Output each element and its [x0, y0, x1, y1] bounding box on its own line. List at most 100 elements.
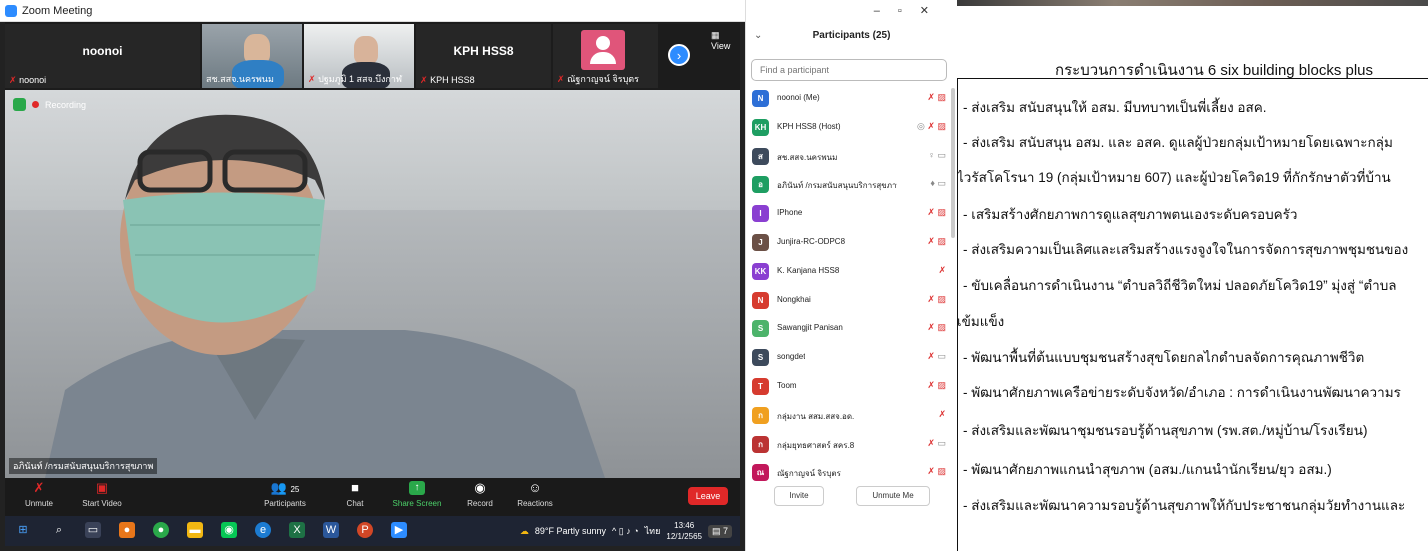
active-speaker-name: อภินันท์ /กรมสนับสนุนบริการสุขภาพ — [9, 458, 158, 474]
participant-status-icons: ✗ ▨ — [927, 236, 946, 247]
participant-status-icons: ✗ — [938, 265, 946, 276]
participant-row[interactable]: ก กลุ่มยุทธศาสตร์ สคร.8 ✗ ▭ — [746, 430, 952, 459]
participant-row[interactable]: ก กลุ่มงาน สสม.สสจ.อด. ✗ — [746, 401, 952, 430]
avatar: ก — [752, 435, 769, 453]
participant-row[interactable]: ส สช.สสจ.นครพนม ♀ ▭ — [746, 142, 952, 171]
file-explorer-icon[interactable]: ▬ — [187, 522, 203, 538]
leave-button[interactable]: Leave — [688, 487, 728, 505]
participant-row[interactable]: Ssongdet ✗ ▭ — [746, 343, 952, 372]
powerpoint-icon[interactable]: P — [357, 522, 373, 538]
mic-muted-icon: ✗ — [33, 480, 45, 495]
unmute-button[interactable]: ✗ Unmute — [19, 480, 59, 509]
search-icon[interactable]: ⌕ — [51, 522, 67, 538]
reactions-button[interactable]: ☺ Reactions — [513, 481, 557, 509]
mic-muted-icon: ✗ — [938, 264, 946, 275]
mic-muted-icon: ✗ — [557, 74, 565, 84]
video-icon: ▭ — [937, 149, 946, 160]
participant-row[interactable]: I IPhone ✗ ▨ — [746, 199, 952, 228]
weather-icon: ☁ — [519, 525, 529, 536]
scrollbar[interactable] — [951, 88, 955, 238]
avatar: KK — [752, 262, 769, 280]
participant-row[interactable]: Nnoonoi (Me) ✗ ▨ — [746, 84, 952, 113]
record-button[interactable]: ◉ Record — [463, 481, 497, 509]
gallery-tile-avatar[interactable]: ✗ ณัฐกาญจน์ จิรบุตร — [553, 24, 658, 88]
unmute-me-button[interactable]: Unmute Me — [856, 486, 930, 506]
word-icon[interactable]: W — [323, 522, 339, 538]
start-menu-icon[interactable]: ⊞ — [15, 522, 31, 538]
participant-row[interactable]: KH KPH HSS8 (Host) ◎ ✗ ▨ — [746, 113, 952, 142]
video-icon: ▭ — [937, 351, 946, 362]
mic-muted-icon: ✗ — [927, 351, 935, 362]
avatar — [581, 30, 625, 70]
slide-line: - ส่งเสริมความเป็นเลิศและเสริมสร้างแรงจู… — [963, 242, 1409, 257]
participant-row[interactable]: N Nongkhai ✗ ▨ — [746, 286, 952, 315]
weather-text[interactable]: 89°F Partly sunny — [535, 526, 606, 536]
gallery-tile-video-2[interactable]: ✗ ปฐมภูมิ 1 สสจ.บึงกาฬ — [304, 24, 414, 88]
participant-row[interactable]: S Sawangjit Panisan ✗ ▨ — [746, 314, 952, 343]
edge-icon[interactable]: e — [255, 522, 271, 538]
participant-row[interactable]: J Junjira-RC-ODPC8 ✗ ▨ — [746, 228, 952, 257]
gallery-tile-kph-hss8[interactable]: KPH HSS8 ✗ KPH HSS8 — [416, 24, 551, 88]
video-off-icon: ▨ — [937, 466, 946, 477]
gallery-tile-label: noonoi — [19, 75, 47, 85]
task-view-icon[interactable]: ▭ — [85, 522, 101, 538]
participant-status-icons: ✗ ▨ — [927, 92, 946, 103]
security-shield-icon — [13, 98, 26, 111]
video-off-icon: ▨ — [937, 379, 946, 390]
view-button[interactable]: ▦ View — [711, 30, 740, 51]
window-controls[interactable]: –▫✕ — [874, 4, 947, 17]
language-indicator[interactable]: ไทย — [645, 524, 661, 538]
participant-name: Junjira-RC-ODPC8 — [777, 236, 846, 246]
slide-line: - พัฒนาพื้นที่ต้นแบบชุมชนสร้างสุขโดยกลไก… — [963, 350, 1365, 365]
notification-icon[interactable]: ▤ 7 — [707, 524, 732, 538]
line-app-icon[interactable]: ◉ — [221, 522, 237, 538]
video-off-icon: ▨ — [937, 235, 946, 246]
chat-icon: ■ — [351, 480, 359, 495]
participants-button[interactable]: 👥 25 Participants — [255, 481, 315, 509]
gallery-tile-noonoi[interactable]: noonoi ✗ noonoi — [5, 24, 200, 88]
avatar: I — [752, 205, 769, 223]
participant-name: songdet — [777, 352, 806, 362]
invite-button[interactable]: Invite — [774, 486, 824, 506]
participant-row[interactable]: KK K. Kanjana HSS8 ✗ — [746, 257, 952, 286]
screen: Zoom Meeting noonoi ✗ noonoi สช.สสจ.นครพ… — [0, 0, 1428, 551]
gallery-tile-video-1[interactable]: สช.สสจ.นครพนม — [202, 24, 302, 88]
participant-name: K. Kanjana HSS8 — [777, 265, 840, 275]
participant-row[interactable]: อ อภินันท์ /กรมสนับสนุนบริการสุขภาพ ♦ ▭ — [746, 170, 952, 199]
zoom-taskbar-icon[interactable]: ▶ — [391, 522, 407, 538]
clock[interactable]: 13:46 12/1/2565 — [666, 520, 702, 542]
participant-name: กลุ่มยุทธศาสตร์ สคร.8 — [777, 440, 855, 450]
participant-search-input[interactable] — [751, 59, 947, 81]
video-off-icon: ▨ — [937, 322, 946, 333]
windows-taskbar: ⊞ ⌕ ▭ ● ● ▬ ◉ e X W P ▶ ☁ 89°F Partly su… — [5, 516, 740, 546]
share-screen-button[interactable]: ↑ Share Screen — [389, 481, 445, 508]
firefox-icon[interactable]: ● — [119, 522, 135, 538]
chat-button[interactable]: ■ Chat — [340, 480, 370, 509]
slide-line: ไวรัสโคโรนา 19 (กลุ่มเป้าหมาย 607) และผู… — [957, 170, 1391, 185]
video-off-icon: ▨ — [937, 207, 946, 218]
window-title-bar: Zoom Meeting — [0, 0, 745, 22]
participant-list: Nnoonoi (Me) ✗ ▨ KH KPH HSS8 (Host) ◎ ✗ ▨ ส สช… — [746, 84, 952, 487]
participant-row[interactable]: T Toom ✗ ▨ — [746, 372, 952, 401]
start-video-button[interactable]: ▣ Start Video — [77, 481, 127, 509]
recording-dot-icon — [32, 101, 39, 108]
meeting-toolbar: ✗ Unmute ▣ Start Video 👥 25 Participants ■ C… — [5, 478, 740, 516]
mic-muted-icon: ✗ — [927, 235, 935, 246]
system-tray: ☁ 89°F Partly sunny ^ ▯ ♪ ◔ ไทย 13:46 12… — [520, 518, 732, 544]
slide-line: - ขับเคลื่อนการดำเนินงาน “ตำบลวิถีชีวิตใ… — [963, 278, 1397, 293]
gallery-tile-label: KPH HSS8 — [430, 75, 475, 85]
host-icon: ◎ — [917, 120, 925, 131]
mic-muted-icon: ✗ — [927, 466, 935, 477]
tray-icons[interactable]: ^ ▯ ♪ ◔ — [612, 526, 639, 537]
slide-line: เข้มแข็ง — [957, 314, 1005, 329]
avatar: T — [752, 377, 769, 395]
chrome-icon[interactable]: ● — [153, 522, 169, 538]
next-page-button[interactable]: › — [668, 44, 690, 66]
slide-line: - ส่งเสริมและพัฒนาชุมชนรอบรู้ด้านสุขภาพ … — [963, 423, 1368, 438]
slide-line: - พัฒนาศักยภาพแกนนำสุขภาพ (อสม./แกนนำนัก… — [963, 462, 1332, 477]
video-off-icon: ▨ — [937, 293, 946, 304]
participant-status-icons: ✗ ▨ — [927, 294, 946, 305]
excel-icon[interactable]: X — [289, 522, 305, 538]
participant-row[interactable]: ณ ณัฐกาญจน์ จิรบุตร ✗ ▨ — [746, 458, 952, 487]
avatar: ณ — [752, 464, 769, 482]
